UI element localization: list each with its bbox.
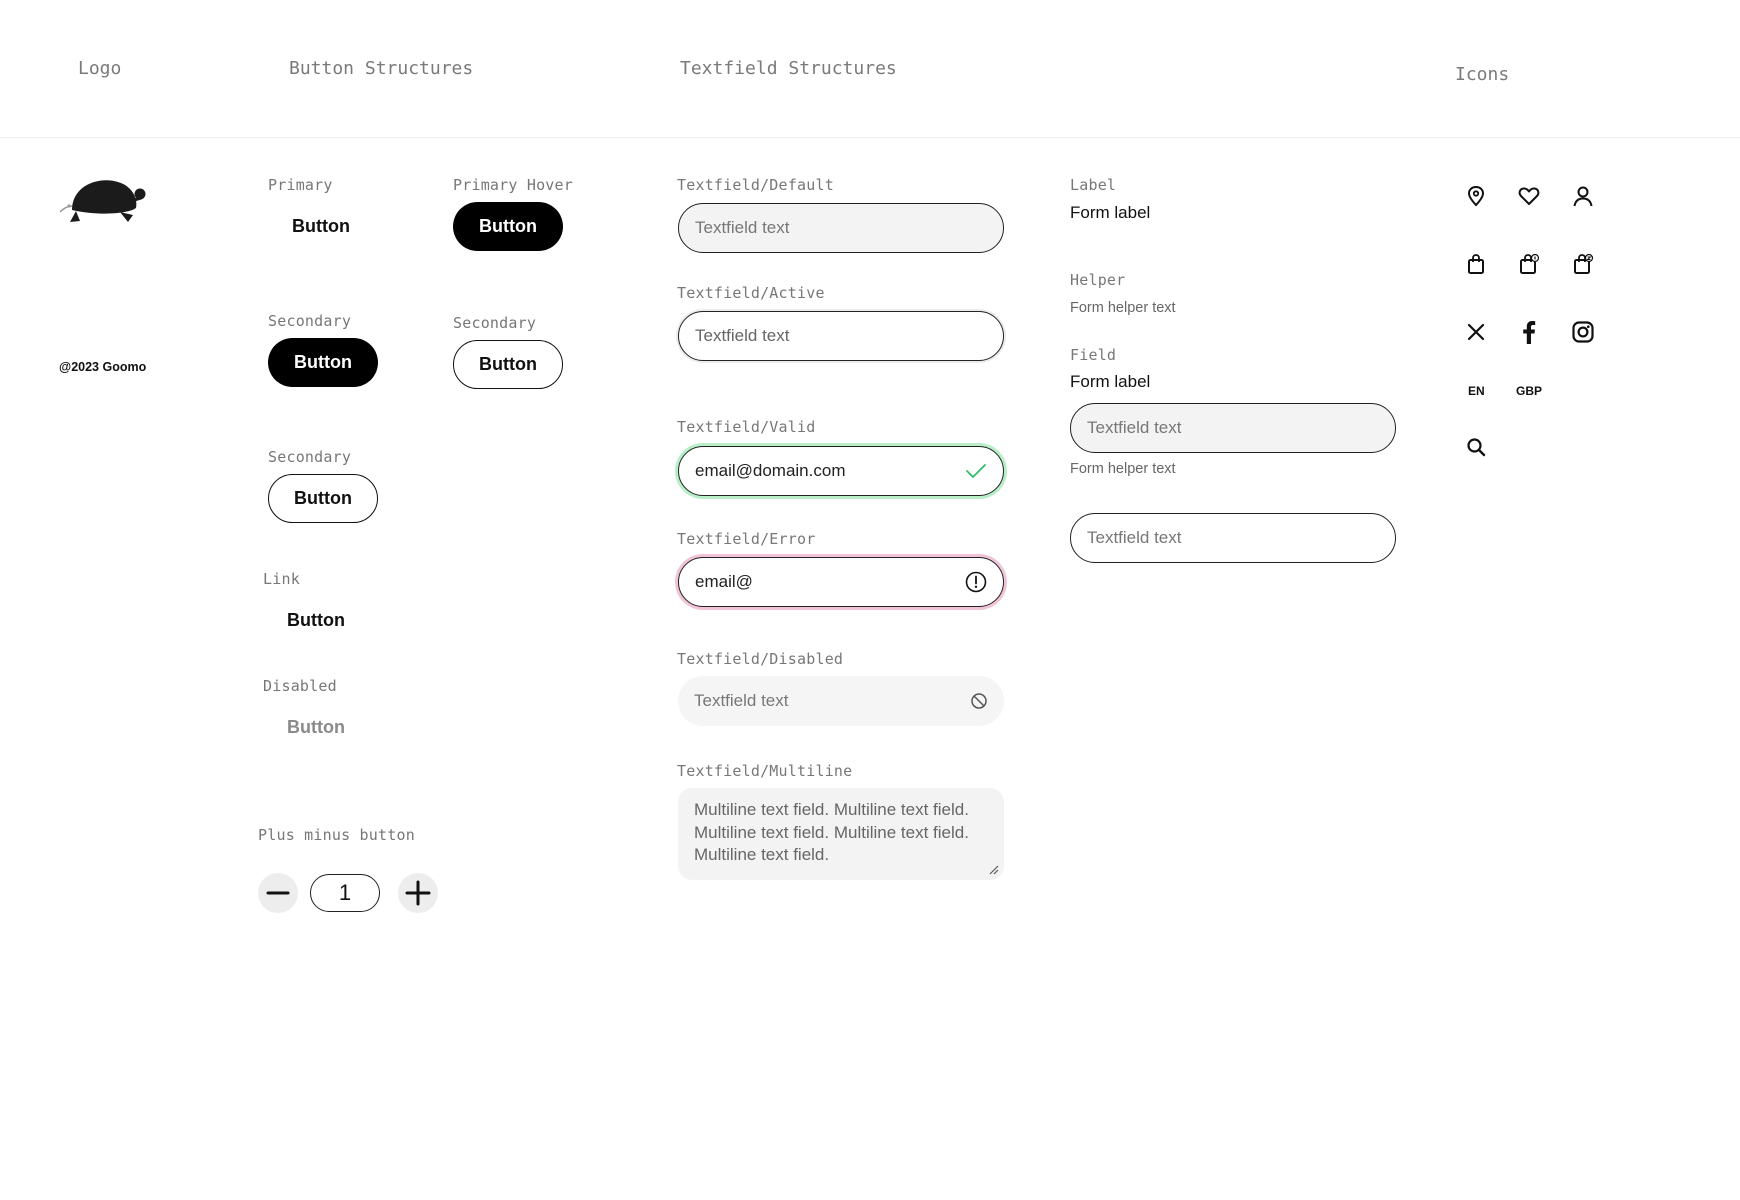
primary-label: Primary xyxy=(268,176,333,194)
link-button[interactable]: Button xyxy=(261,596,371,645)
form-field-label: Form label xyxy=(1070,372,1151,391)
textfield-error-text: email@ xyxy=(695,572,753,591)
form-helper-text: Form helper text xyxy=(1070,300,1176,316)
textfield-error[interactable]: email@ xyxy=(678,557,1004,607)
textfield-disabled-text: Textfield text xyxy=(694,691,789,710)
disabled-label: Disabled xyxy=(263,677,337,695)
textfield-active-label: Textfield/Active xyxy=(677,284,825,302)
textfield-disabled-label: Textfield/Disabled xyxy=(677,650,844,668)
textfield-valid-label: Textfield/Valid xyxy=(677,418,816,436)
copyright-text: @2023 Goomo xyxy=(59,360,147,374)
primary-hover-button[interactable]: Button xyxy=(453,202,563,251)
instagram-icon[interactable] xyxy=(1569,318,1597,346)
textfield-active-text: Textfield text xyxy=(695,326,790,345)
link-label: Link xyxy=(263,570,300,588)
textfield-multiline[interactable]: Multiline text field. Multiline text fie… xyxy=(678,788,1004,880)
shopping-bag-icon[interactable] xyxy=(1462,250,1490,278)
secondary-button[interactable]: Button xyxy=(268,474,378,523)
header-logo: Logo xyxy=(78,58,122,79)
textfield-multiline-text: Multiline text field. Multiline text fie… xyxy=(694,800,969,864)
header-icons: Icons xyxy=(1455,64,1510,85)
primary-hover-label: Primary Hover xyxy=(453,176,573,194)
textfield-error-label: Textfield/Error xyxy=(677,530,816,548)
textfield-multiline-label: Textfield/Multiline xyxy=(677,762,853,780)
textfield-disabled: Textfield text xyxy=(678,676,1004,726)
textfield-valid-text: email@domain.com xyxy=(695,461,846,480)
secondary-dark-label: Secondary xyxy=(268,312,352,330)
close-icon[interactable] xyxy=(1462,318,1490,346)
blocked-icon xyxy=(971,693,987,709)
plus-icon xyxy=(405,880,431,906)
turtle-logo xyxy=(58,170,148,240)
form-field-input[interactable]: Textfield text xyxy=(1070,403,1396,453)
check-icon xyxy=(966,464,986,478)
form-field-helper: Form helper text xyxy=(1070,461,1176,477)
textfield-default[interactable]: Textfield text xyxy=(678,203,1004,253)
form-field-input-2-text: Textfield text xyxy=(1087,528,1182,547)
form-label-text: Form label xyxy=(1070,203,1151,222)
plus-minus-label: Plus minus button xyxy=(258,826,415,844)
location-pin-icon[interactable] xyxy=(1462,182,1490,210)
resize-handle-icon[interactable] xyxy=(989,865,999,875)
quantity-field[interactable]: 1 xyxy=(310,874,380,912)
form-helper-title: Helper xyxy=(1070,271,1126,289)
form-label-title: Label xyxy=(1070,176,1117,194)
textfield-default-label: Textfield/Default xyxy=(677,176,834,194)
plus-button[interactable] xyxy=(398,873,438,913)
currency-selector[interactable]: GBP xyxy=(1516,384,1542,398)
secondary-dark-button[interactable]: Button xyxy=(268,338,378,387)
form-field-title: Field xyxy=(1070,346,1117,364)
secondary-outline-label: Secondary xyxy=(453,314,537,332)
minus-button[interactable] xyxy=(258,873,298,913)
header-button-structures: Button Structures xyxy=(289,58,474,79)
form-field-input-2[interactable]: Textfield text xyxy=(1070,513,1396,563)
form-field-input-text: Textfield text xyxy=(1087,418,1182,437)
facebook-icon[interactable] xyxy=(1515,318,1543,346)
textfield-default-text: Textfield text xyxy=(695,218,790,237)
alert-icon xyxy=(965,571,987,593)
bag-badge-alt-icon[interactable] xyxy=(1569,250,1597,278)
disabled-button: Button xyxy=(287,717,345,737)
secondary-label: Secondary xyxy=(268,448,352,466)
language-selector[interactable]: EN xyxy=(1468,384,1485,398)
minus-icon xyxy=(266,891,290,895)
user-icon[interactable] xyxy=(1569,182,1597,210)
search-icon[interactable] xyxy=(1462,433,1490,461)
secondary-outline-button[interactable]: Button xyxy=(453,340,563,389)
bag-badge-icon[interactable] xyxy=(1515,250,1543,278)
header-divider xyxy=(0,137,1740,138)
header-textfield-structures: Textfield Structures xyxy=(680,58,897,79)
textfield-active[interactable]: Textfield text xyxy=(678,311,1004,361)
heart-icon[interactable] xyxy=(1515,182,1543,210)
textfield-valid[interactable]: email@domain.com xyxy=(678,446,1004,496)
primary-button[interactable]: Button xyxy=(266,202,376,251)
